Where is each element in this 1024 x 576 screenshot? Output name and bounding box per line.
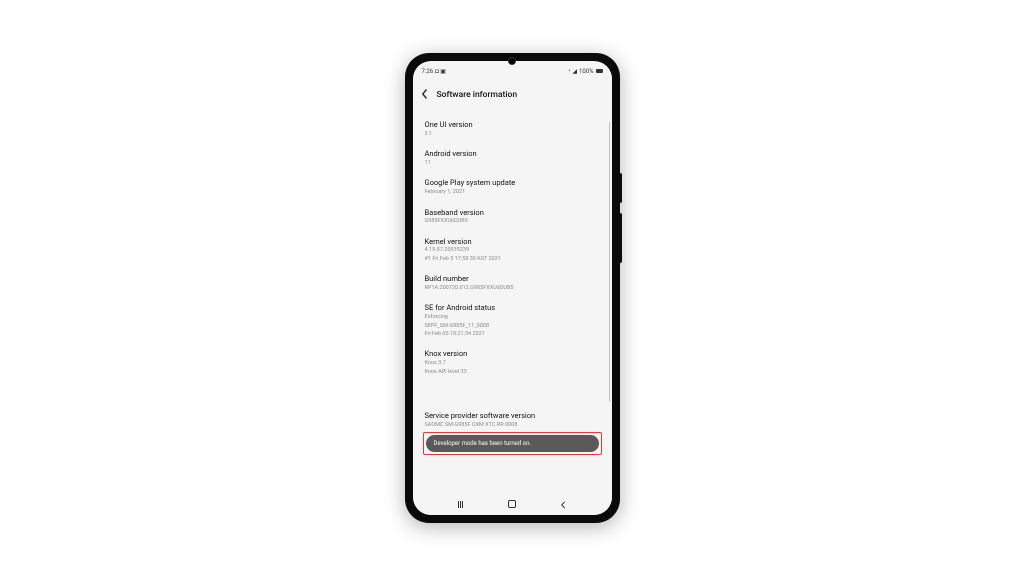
- statusbar-right: ⬫ ◢ 100%: [569, 67, 603, 75]
- row-title: Knox version: [425, 349, 602, 359]
- row-kernel[interactable]: Kernel version 4.19.87-20939239 #1 Fri F…: [425, 231, 602, 269]
- recents-icon: [458, 501, 463, 508]
- row-title: One UI version: [425, 120, 602, 130]
- toast-highlight-box: Developer mode has been turned on.: [423, 432, 602, 455]
- nav-back-button[interactable]: [552, 497, 576, 511]
- phone-frame: 7:26 ◘ ▣ ⬫ ◢ 100% Software information O…: [405, 53, 620, 523]
- nav-recents-button[interactable]: [448, 497, 472, 511]
- signal-icon: ◢: [572, 68, 577, 75]
- settings-list[interactable]: One UI version 3.1 Android version 11 Go…: [413, 114, 612, 495]
- row-title: Google Play system update: [425, 178, 602, 188]
- row-value-line1: Knox 3.7: [425, 360, 602, 367]
- battery-icon: [596, 69, 603, 73]
- row-title: Kernel version: [425, 237, 602, 247]
- front-camera-punchhole: [508, 57, 516, 65]
- row-title: SE for Android status: [425, 303, 602, 313]
- row-title: Build number: [425, 274, 602, 284]
- row-value-line2: SEPF_SM-G985F_11_0008: [425, 323, 602, 330]
- row-value-line3: Fri Feb 05 18:21:34 2021: [425, 331, 602, 338]
- row-one-ui-version[interactable]: One UI version 3.1: [425, 114, 602, 143]
- row-value: February 1, 2021: [425, 189, 602, 196]
- back-icon: [560, 495, 567, 514]
- statusbar-left: 7:26 ◘ ▣: [422, 68, 446, 75]
- row-build-number[interactable]: Build number RP1A.200720.012.G985FXXU6DU…: [425, 268, 602, 297]
- row-value: G985FXXU6DUB5: [425, 218, 602, 225]
- row-title: Android version: [425, 149, 602, 159]
- phone-screen: 7:26 ◘ ▣ ⬫ ◢ 100% Software information O…: [413, 61, 612, 515]
- row-android-version[interactable]: Android version 11: [425, 143, 602, 172]
- nav-home-button[interactable]: [500, 497, 524, 511]
- row-value: 11: [425, 160, 602, 167]
- row-value: 3.1: [425, 131, 602, 138]
- status-notif-icons: ◘ ▣: [435, 68, 446, 75]
- row-value-line1: Enforcing: [425, 314, 602, 321]
- row-value-line2: Knox API level 33: [425, 369, 602, 376]
- scrollbar[interactable]: [609, 122, 610, 402]
- row-se-android[interactable]: SE for Android status Enforcing SEPF_SM-…: [425, 297, 602, 343]
- row-value-line2: #1 Fri Feb 5 17:58:30 KST 2021: [425, 256, 602, 263]
- row-value: SAOMC SM-G985F OXM XTC RR 0008: [425, 422, 602, 429]
- row-play-update[interactable]: Google Play system update February 1, 20…: [425, 172, 602, 201]
- page-title: Software information: [437, 90, 518, 100]
- row-service-provider[interactable]: Service provider software version SAOMC …: [425, 405, 602, 434]
- status-time: 7:26: [422, 68, 434, 75]
- battery-percent: 100%: [579, 68, 594, 75]
- home-icon: [508, 500, 516, 508]
- row-value-line1: 4.19.87-20939239: [425, 247, 602, 254]
- navigation-bar: [413, 495, 612, 515]
- back-icon[interactable]: [421, 85, 429, 104]
- status-bar: 7:26 ◘ ▣ ⬫ ◢ 100%: [413, 63, 612, 79]
- wifi-icon: ⬫: [569, 67, 571, 75]
- row-value: RP1A.200720.012.G985FXXU6DUB5: [425, 285, 602, 292]
- row-knox-version[interactable]: Knox version Knox 3.7 Knox API level 33: [425, 343, 602, 381]
- row-baseband[interactable]: Baseband version G985FXXU6DUB5: [425, 202, 602, 231]
- page-header: Software information: [413, 79, 612, 114]
- row-title: Baseband version: [425, 208, 602, 218]
- row-title: Service provider software version: [425, 411, 602, 421]
- toast-message: Developer mode has been turned on.: [426, 435, 599, 452]
